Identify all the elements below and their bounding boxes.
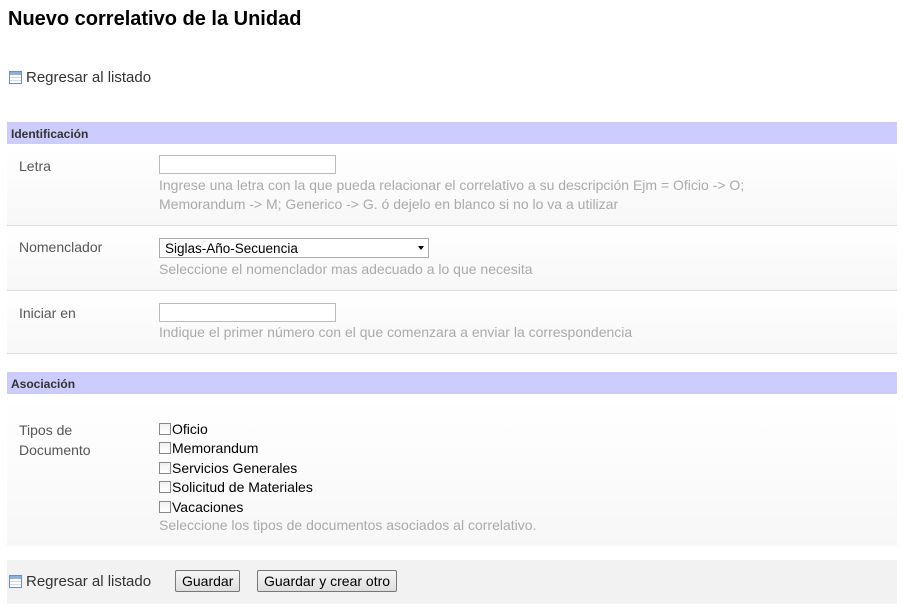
tipos-documento-label: Tipos de Documento: [19, 420, 91, 460]
letra-help-line2: Memorandum -> M; Generico -> G. ó dejelo…: [159, 196, 619, 212]
checkbox-label: Solicitud de Materiales: [172, 479, 313, 496]
nomenclador-help: Seleccione el nomenclador mas adecuado a…: [159, 261, 533, 277]
back-to-list-label: Regresar al listado: [26, 69, 152, 86]
footer-back-to-list-label: Regresar al listado: [26, 573, 152, 590]
tipos-documento-label-line1: Tipos de: [19, 422, 73, 438]
footer-back-to-list-link[interactable]: Regresar al listado: [9, 573, 151, 590]
row-tipos-documento: Tipos de Documento Oficio Memorandum Ser…: [7, 396, 897, 546]
tipos-documento-help: Seleccione los tipos de documentos asoci…: [159, 517, 537, 533]
save-button[interactable]: Guardar: [175, 570, 241, 592]
checkbox-label: Memorandum: [172, 440, 259, 457]
checkbox-oficio[interactable]: [159, 422, 171, 435]
nomenclador-label: Nomenclador: [19, 239, 103, 255]
checkbox-option[interactable]: Solicitud de Materiales: [159, 478, 313, 498]
row-nomenclador: Nomenclador Siglas-Año-Secuencia Selecci…: [7, 226, 897, 291]
form-actions-bar: Regresar al listado Guardar Guardar y cr…: [7, 560, 897, 604]
letra-help-line1: Ingrese una letra con la que pueda relac…: [159, 177, 745, 193]
checkbox-label: Servicios Generales: [172, 459, 298, 476]
section-header-asociacion: Asociación: [7, 372, 897, 394]
checkbox-vacaciones[interactable]: [159, 500, 171, 513]
section-header-identificacion: Identificación: [7, 122, 897, 144]
tipos-documento-options: Oficio Memorandum Servicios Generales So…: [159, 419, 313, 517]
page-title: Nuevo correlativo de la Unidad: [8, 8, 302, 30]
list-icon: [9, 71, 22, 84]
iniciar-en-label: Iniciar en: [19, 305, 76, 321]
row-iniciar-en: Iniciar en Indique el primer número con …: [7, 291, 897, 354]
checkbox-label: Vacaciones: [172, 498, 244, 515]
chevron-down-icon: [418, 246, 424, 250]
checkbox-servicios-generales[interactable]: [159, 461, 171, 474]
checkbox-memorandum[interactable]: [159, 442, 171, 455]
checkbox-solicitud-materiales[interactable]: [159, 481, 171, 494]
letra-label: Letra: [19, 158, 51, 174]
nomenclador-select[interactable]: Siglas-Año-Secuencia: [159, 238, 429, 258]
checkbox-option[interactable]: Memorandum: [159, 439, 313, 459]
iniciar-en-help: Indique el primer número con el que come…: [159, 324, 633, 340]
nomenclador-selected-value: Siglas-Año-Secuencia: [165, 240, 298, 256]
save-and-new-button[interactable]: Guardar y crear otro: [257, 570, 398, 592]
back-to-list-link[interactable]: Regresar al listado: [9, 69, 151, 86]
checkbox-option[interactable]: Vacaciones: [159, 497, 313, 517]
list-icon: [9, 575, 22, 588]
letra-help: Ingrese una letra con la que pueda relac…: [159, 176, 839, 214]
checkbox-option[interactable]: Servicios Generales: [159, 458, 313, 478]
checkbox-option[interactable]: Oficio: [159, 419, 313, 439]
row-letra: Letra Ingrese una letra con la que pueda…: [7, 146, 897, 226]
iniciar-en-input[interactable]: [159, 303, 336, 322]
tipos-documento-label-line2: Documento: [19, 442, 91, 458]
checkbox-label: Oficio: [172, 420, 208, 437]
letra-input[interactable]: [159, 155, 336, 174]
